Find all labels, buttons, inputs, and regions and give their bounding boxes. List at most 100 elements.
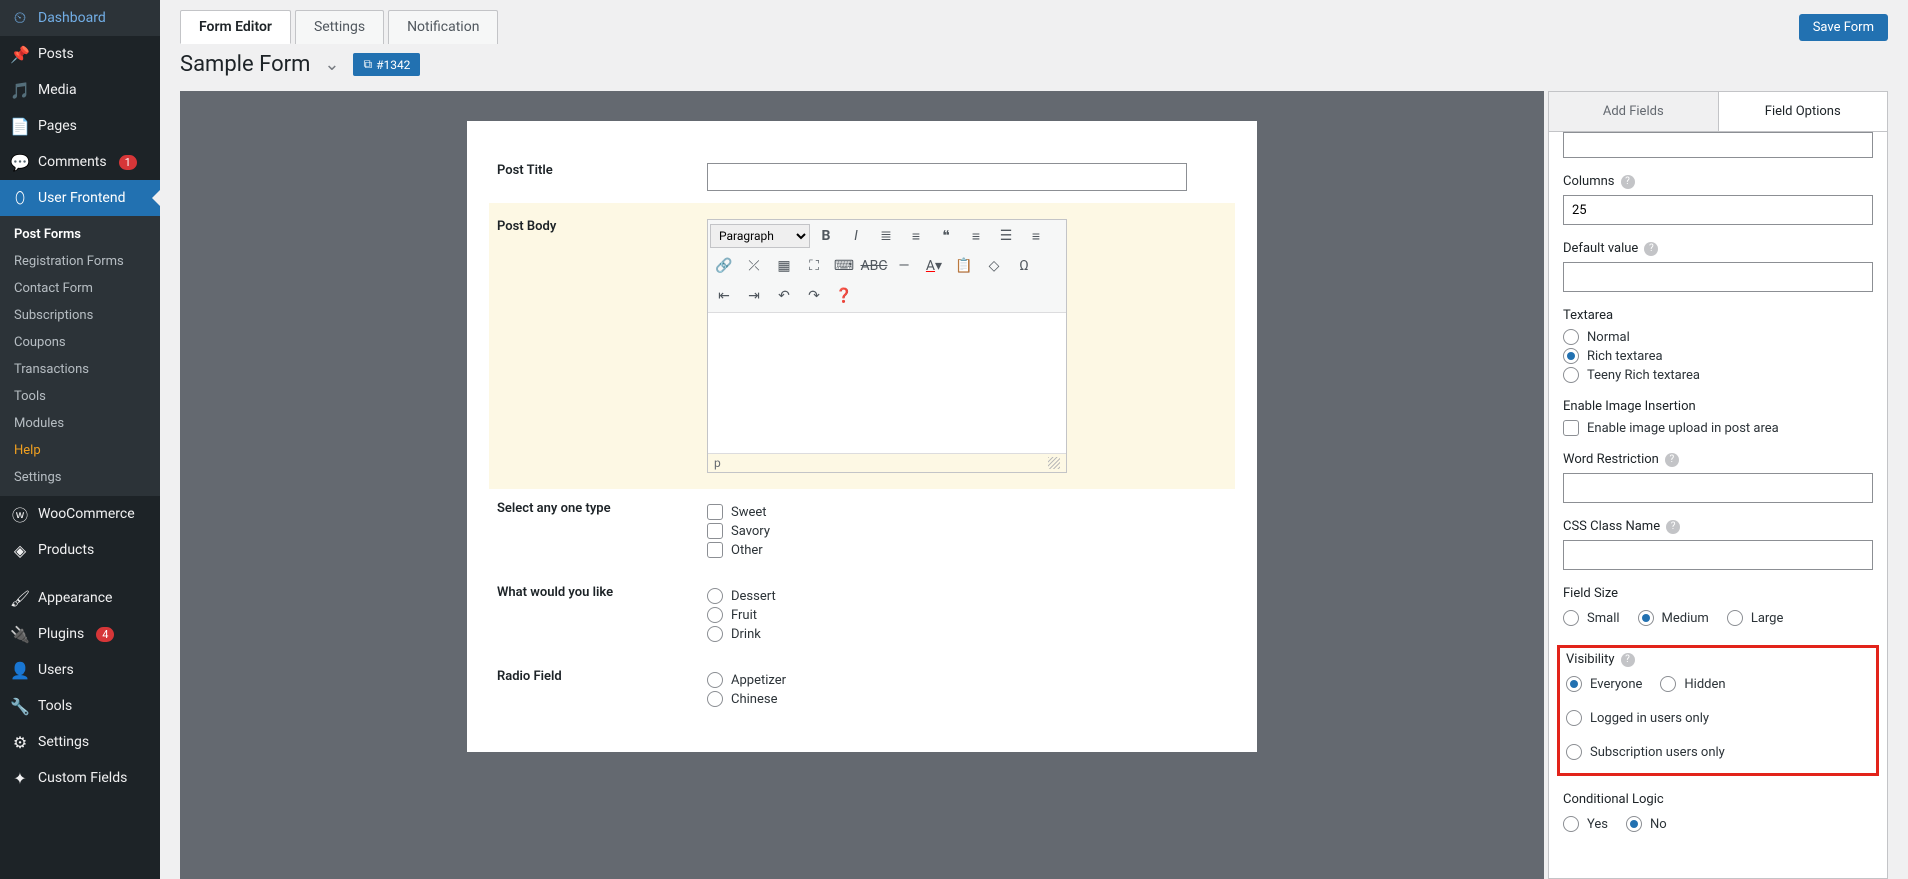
clear-icon[interactable]: ◇ [980,252,1008,280]
sidebar-item-products[interactable]: ◈Products [0,532,160,568]
post-title-input[interactable] [707,163,1187,191]
align-center-icon[interactable]: ☰ [992,222,1020,250]
align-left-icon[interactable]: ≡ [962,222,990,250]
textcolor-icon[interactable]: A ▾ [920,252,948,280]
resize-handle-icon[interactable] [1048,457,1060,469]
help-icon[interactable]: ? [1666,520,1680,534]
radio-option[interactable]: Subscription users only [1566,744,1725,760]
radio-option[interactable]: Large [1727,610,1784,626]
help-icon[interactable]: ? [1621,653,1635,667]
default-value-input[interactable] [1563,262,1873,292]
submenu-post-forms[interactable]: Post Forms [0,221,160,248]
fullscreen-icon[interactable]: ⛶ [800,252,828,280]
radio-option[interactable]: Everyone [1566,676,1642,692]
panel-tab-add-fields[interactable]: Add Fields [1549,92,1718,131]
radio-option[interactable]: Chinese [707,691,1227,707]
submenu-subscriptions[interactable]: Subscriptions [0,302,160,329]
specialchar-icon[interactable]: Ω [1010,252,1038,280]
radio-icon[interactable] [1626,816,1642,832]
more-icon[interactable]: ▦ [770,252,798,280]
radio-icon[interactable] [707,626,723,642]
form-id-badge[interactable]: ⧉#1342 [353,53,420,76]
radio-icon[interactable] [1563,348,1579,364]
radio-option[interactable]: No [1626,816,1667,832]
sidebar-item-settings[interactable]: ⚙Settings [0,724,160,760]
radio-icon[interactable] [1660,676,1676,692]
hr-icon[interactable]: — [890,252,918,280]
quote-icon[interactable]: ❝ [932,222,960,250]
unlink-icon[interactable]: ⤫ [740,252,768,280]
sidebar-item-woocommerce[interactable]: ⓦWooCommerce [0,496,160,532]
panel-tab-field-options[interactable]: Field Options [1718,92,1888,131]
radio-option[interactable]: Normal [1563,329,1873,345]
checkbox-option[interactable]: Enable image upload in post area [1563,420,1873,436]
radio-icon[interactable] [1563,610,1579,626]
radio-option[interactable]: Yes [1563,816,1608,832]
field-radio-field[interactable]: Radio Field Appetizer Chinese [497,657,1227,722]
submenu-coupons[interactable]: Coupons [0,329,160,356]
radio-icon[interactable] [1566,710,1582,726]
radio-option[interactable]: Small [1563,610,1620,626]
radio-icon[interactable] [1563,816,1579,832]
panel-body[interactable]: Columns? Default value? Textarea Normal … [1549,132,1887,878]
sidebar-item-users[interactable]: 👤Users [0,652,160,688]
radio-option[interactable]: Teeny Rich textarea [1563,367,1873,383]
radio-icon[interactable] [1563,329,1579,345]
css-class-input[interactable] [1563,540,1873,570]
radio-icon[interactable] [707,691,723,707]
align-right-icon[interactable]: ≡ [1022,222,1050,250]
submenu-settings[interactable]: Settings [0,464,160,491]
field-select-type[interactable]: Select any one type Sweet Savory Other [497,489,1227,573]
chevron-down-icon[interactable]: ⌄ [324,54,339,75]
help-icon[interactable]: ? [1665,453,1679,467]
outdent-icon[interactable]: ⇤ [710,282,738,310]
radio-icon[interactable] [1727,610,1743,626]
radio-icon[interactable] [1563,367,1579,383]
sidebar-item-comments[interactable]: 💬Comments1 [0,144,160,180]
checkbox-icon[interactable] [1563,420,1579,436]
submenu-help[interactable]: Help [0,437,160,464]
sidebar-item-posts[interactable]: 📌Posts [0,36,160,72]
sidebar-item-media[interactable]: 🎵Media [0,72,160,108]
field-post-title[interactable]: Post Title [497,151,1227,203]
sidebar-item-user-frontend[interactable]: ⬯User Frontend [0,180,160,216]
help-icon[interactable]: ? [1644,242,1658,256]
radio-icon[interactable] [707,607,723,623]
sidebar-item-pages[interactable]: 📄Pages [0,108,160,144]
columns-input[interactable] [1563,195,1873,225]
radio-icon[interactable] [707,588,723,604]
radio-option[interactable]: Medium [1638,610,1709,626]
submenu-registration-forms[interactable]: Registration Forms [0,248,160,275]
sidebar-item-plugins[interactable]: 🔌Plugins4 [0,616,160,652]
field-what-like[interactable]: What would you like Dessert Fruit Drink [497,573,1227,657]
tab-settings[interactable]: Settings [295,10,384,44]
checkbox-option[interactable]: Sweet [707,504,1227,520]
bold-icon[interactable]: B [812,222,840,250]
radio-icon[interactable] [1566,744,1582,760]
sidebar-item-dashboard[interactable]: ⏲Dashboard [0,0,160,36]
submenu-modules[interactable]: Modules [0,410,160,437]
radio-option[interactable]: Hidden [1660,676,1725,692]
sidebar-item-appearance[interactable]: 🖌Appearance [0,580,160,616]
checkbox-option[interactable]: Savory [707,523,1227,539]
tab-notification[interactable]: Notification [388,10,498,44]
link-icon[interactable]: 🔗 [710,252,738,280]
radio-option[interactable]: Appetizer [707,672,1227,688]
tab-form-editor[interactable]: Form Editor [180,10,291,44]
radio-icon[interactable] [707,672,723,688]
prev-option-stub[interactable] [1563,132,1873,158]
keyboard-icon[interactable]: ⌨ [830,252,858,280]
radio-option[interactable]: Logged in users only [1566,710,1709,726]
undo-icon[interactable]: ↶ [770,282,798,310]
italic-icon[interactable]: I [842,222,870,250]
checkbox-icon[interactable] [707,542,723,558]
save-form-button[interactable]: Save Form [1799,14,1888,41]
submenu-contact-form[interactable]: Contact Form [0,275,160,302]
paste-icon[interactable]: 📋 [950,252,978,280]
redo-icon[interactable]: ↷ [800,282,828,310]
number-list-icon[interactable]: ≡ [902,222,930,250]
radio-option[interactable]: Fruit [707,607,1227,623]
radio-icon[interactable] [1638,610,1654,626]
field-post-body[interactable]: Post Body Paragraph B I ≣ ≡ ❝ [489,203,1235,489]
radio-option[interactable]: Dessert [707,588,1227,604]
